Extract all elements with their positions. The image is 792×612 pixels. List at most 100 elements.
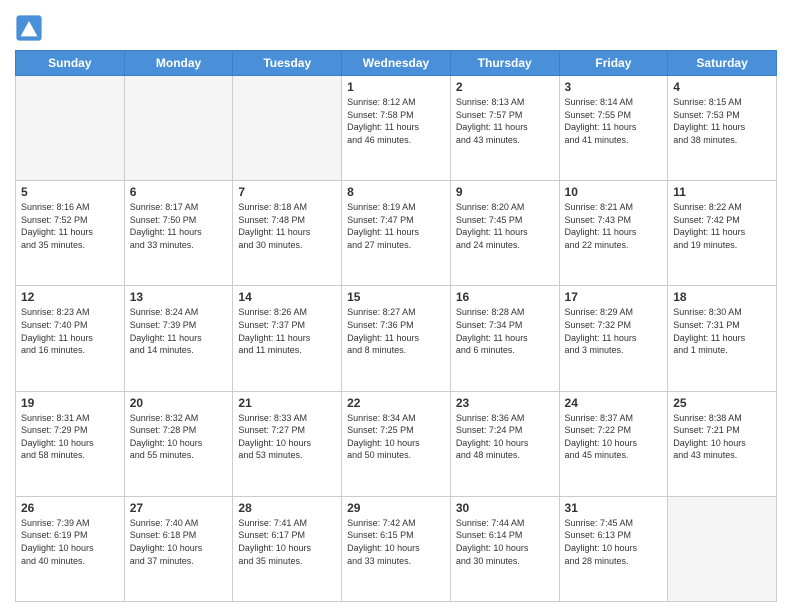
day-number: 5	[21, 185, 119, 199]
calendar-cell: 16Sunrise: 8:28 AM Sunset: 7:34 PM Dayli…	[450, 286, 559, 391]
day-number: 21	[238, 396, 336, 410]
calendar-cell: 3 Sunrise: 8:14 AM Sunset: 7:55 PM Daylig…	[559, 76, 668, 181]
day-info: Sunrise: 8:37 AM Sunset: 7:22 PM Dayligh…	[565, 412, 663, 462]
calendar-cell: 11Sunrise: 8:22 AM Sunset: 7:42 PM Dayli…	[668, 181, 777, 286]
day-number: 17	[565, 290, 663, 304]
weekday-header-saturday: Saturday	[668, 51, 777, 76]
calendar-cell	[668, 496, 777, 601]
calendar-cell	[233, 76, 342, 181]
logo	[15, 14, 45, 42]
day-number: 14	[238, 290, 336, 304]
day-number: 12	[21, 290, 119, 304]
day-info: Sunrise: 8:26 AM Sunset: 7:37 PM Dayligh…	[238, 306, 336, 356]
day-number: 10	[565, 185, 663, 199]
weekday-header-wednesday: Wednesday	[342, 51, 451, 76]
day-info: Sunrise: 8:28 AM Sunset: 7:34 PM Dayligh…	[456, 306, 554, 356]
calendar-cell: 14 Sunrise: 8:26 AM Sunset: 7:37 PM Dayli…	[233, 286, 342, 391]
calendar-cell: 28 Sunrise: 7:41 AM Sunset: 6:17 PM Dayli…	[233, 496, 342, 601]
day-info: Sunrise: 8:18 AM Sunset: 7:48 PM Dayligh…	[238, 201, 336, 251]
weekday-header-tuesday: Tuesday	[233, 51, 342, 76]
day-number: 8	[347, 185, 445, 199]
calendar-cell: 8 Sunrise: 8:19 AM Sunset: 7:47 PM Daylig…	[342, 181, 451, 286]
day-info: Sunrise: 8:36 AM Sunset: 7:24 PM Dayligh…	[456, 412, 554, 462]
day-info: Sunrise: 7:45 AM Sunset: 6:13 PM Dayligh…	[565, 517, 663, 567]
weekday-header-monday: Monday	[124, 51, 233, 76]
calendar-cell: 23Sunrise: 8:36 AM Sunset: 7:24 PM Dayli…	[450, 391, 559, 496]
calendar-week-row: 12Sunrise: 8:23 AM Sunset: 7:40 PM Dayli…	[16, 286, 777, 391]
calendar-cell: 12Sunrise: 8:23 AM Sunset: 7:40 PM Dayli…	[16, 286, 125, 391]
day-number: 11	[673, 185, 771, 199]
day-info: Sunrise: 7:40 AM Sunset: 6:18 PM Dayligh…	[130, 517, 228, 567]
calendar-cell: 24 Sunrise: 8:37 AM Sunset: 7:22 PM Dayli…	[559, 391, 668, 496]
day-number: 25	[673, 396, 771, 410]
calendar-cell: 17 Sunrise: 8:29 AM Sunset: 7:32 PM Dayli…	[559, 286, 668, 391]
calendar-cell: 4Sunrise: 8:15 AM Sunset: 7:53 PM Daylig…	[668, 76, 777, 181]
day-info: Sunrise: 8:31 AM Sunset: 7:29 PM Dayligh…	[21, 412, 119, 462]
page: SundayMondayTuesdayWednesdayThursdayFrid…	[0, 0, 792, 612]
weekday-header-sunday: Sunday	[16, 51, 125, 76]
day-info: Sunrise: 7:39 AM Sunset: 6:19 PM Dayligh…	[21, 517, 119, 567]
day-info: Sunrise: 8:30 AM Sunset: 7:31 PM Dayligh…	[673, 306, 771, 356]
calendar-cell: 9 Sunrise: 8:20 AM Sunset: 7:45 PM Daylig…	[450, 181, 559, 286]
day-info: Sunrise: 8:38 AM Sunset: 7:21 PM Dayligh…	[673, 412, 771, 462]
calendar-cell: 6 Sunrise: 8:17 AM Sunset: 7:50 PM Daylig…	[124, 181, 233, 286]
day-info: Sunrise: 7:42 AM Sunset: 6:15 PM Dayligh…	[347, 517, 445, 567]
day-info: Sunrise: 8:27 AM Sunset: 7:36 PM Dayligh…	[347, 306, 445, 356]
calendar-cell: 7 Sunrise: 8:18 AM Sunset: 7:48 PM Daylig…	[233, 181, 342, 286]
day-number: 4	[673, 80, 771, 94]
calendar-cell: 13Sunrise: 8:24 AM Sunset: 7:39 PM Dayli…	[124, 286, 233, 391]
day-number: 26	[21, 501, 119, 515]
calendar-cell: 2Sunrise: 8:13 AM Sunset: 7:57 PM Daylig…	[450, 76, 559, 181]
day-info: Sunrise: 8:13 AM Sunset: 7:57 PM Dayligh…	[456, 96, 554, 146]
day-info: Sunrise: 8:34 AM Sunset: 7:25 PM Dayligh…	[347, 412, 445, 462]
day-number: 20	[130, 396, 228, 410]
calendar-cell: 10 Sunrise: 8:21 AM Sunset: 7:43 PM Dayli…	[559, 181, 668, 286]
calendar-cell: 1 Sunrise: 8:12 AM Sunset: 7:58 PM Daylig…	[342, 76, 451, 181]
calendar-cell: 25 Sunrise: 8:38 AM Sunset: 7:21 PM Dayli…	[668, 391, 777, 496]
calendar-week-row: 1 Sunrise: 8:12 AM Sunset: 7:58 PM Daylig…	[16, 76, 777, 181]
calendar-cell: 15 Sunrise: 8:27 AM Sunset: 7:36 PM Dayli…	[342, 286, 451, 391]
day-info: Sunrise: 8:17 AM Sunset: 7:50 PM Dayligh…	[130, 201, 228, 251]
calendar-cell: 21 Sunrise: 8:33 AM Sunset: 7:27 PM Dayli…	[233, 391, 342, 496]
day-number: 22	[347, 396, 445, 410]
day-number: 29	[347, 501, 445, 515]
day-number: 9	[456, 185, 554, 199]
calendar-week-row: 5 Sunrise: 8:16 AM Sunset: 7:52 PM Daylig…	[16, 181, 777, 286]
day-number: 28	[238, 501, 336, 515]
calendar-cell: 26 Sunrise: 7:39 AM Sunset: 6:19 PM Dayli…	[16, 496, 125, 601]
day-info: Sunrise: 8:33 AM Sunset: 7:27 PM Dayligh…	[238, 412, 336, 462]
day-number: 1	[347, 80, 445, 94]
day-number: 27	[130, 501, 228, 515]
calendar-cell: 19Sunrise: 8:31 AM Sunset: 7:29 PM Dayli…	[16, 391, 125, 496]
calendar-cell	[124, 76, 233, 181]
calendar-cell: 20Sunrise: 8:32 AM Sunset: 7:28 PM Dayli…	[124, 391, 233, 496]
day-info: Sunrise: 8:14 AM Sunset: 7:55 PM Dayligh…	[565, 96, 663, 146]
calendar-table: SundayMondayTuesdayWednesdayThursdayFrid…	[15, 50, 777, 602]
day-number: 3	[565, 80, 663, 94]
day-info: Sunrise: 7:41 AM Sunset: 6:17 PM Dayligh…	[238, 517, 336, 567]
calendar-cell: 22 Sunrise: 8:34 AM Sunset: 7:25 PM Dayli…	[342, 391, 451, 496]
day-info: Sunrise: 7:44 AM Sunset: 6:14 PM Dayligh…	[456, 517, 554, 567]
day-info: Sunrise: 8:19 AM Sunset: 7:47 PM Dayligh…	[347, 201, 445, 251]
calendar-cell: 31 Sunrise: 7:45 AM Sunset: 6:13 PM Dayli…	[559, 496, 668, 601]
day-info: Sunrise: 8:21 AM Sunset: 7:43 PM Dayligh…	[565, 201, 663, 251]
logo-icon	[15, 14, 43, 42]
calendar-cell: 5 Sunrise: 8:16 AM Sunset: 7:52 PM Daylig…	[16, 181, 125, 286]
day-number: 7	[238, 185, 336, 199]
day-number: 24	[565, 396, 663, 410]
day-number: 30	[456, 501, 554, 515]
day-info: Sunrise: 8:20 AM Sunset: 7:45 PM Dayligh…	[456, 201, 554, 251]
day-number: 31	[565, 501, 663, 515]
day-info: Sunrise: 8:12 AM Sunset: 7:58 PM Dayligh…	[347, 96, 445, 146]
day-number: 6	[130, 185, 228, 199]
weekday-header-row: SundayMondayTuesdayWednesdayThursdayFrid…	[16, 51, 777, 76]
calendar-week-row: 26 Sunrise: 7:39 AM Sunset: 6:19 PM Dayli…	[16, 496, 777, 601]
calendar-cell	[16, 76, 125, 181]
day-number: 18	[673, 290, 771, 304]
calendar-cell: 18 Sunrise: 8:30 AM Sunset: 7:31 PM Dayli…	[668, 286, 777, 391]
day-info: Sunrise: 8:29 AM Sunset: 7:32 PM Dayligh…	[565, 306, 663, 356]
day-number: 15	[347, 290, 445, 304]
day-info: Sunrise: 8:24 AM Sunset: 7:39 PM Dayligh…	[130, 306, 228, 356]
day-info: Sunrise: 8:16 AM Sunset: 7:52 PM Dayligh…	[21, 201, 119, 251]
calendar-cell: 30 Sunrise: 7:44 AM Sunset: 6:14 PM Dayli…	[450, 496, 559, 601]
